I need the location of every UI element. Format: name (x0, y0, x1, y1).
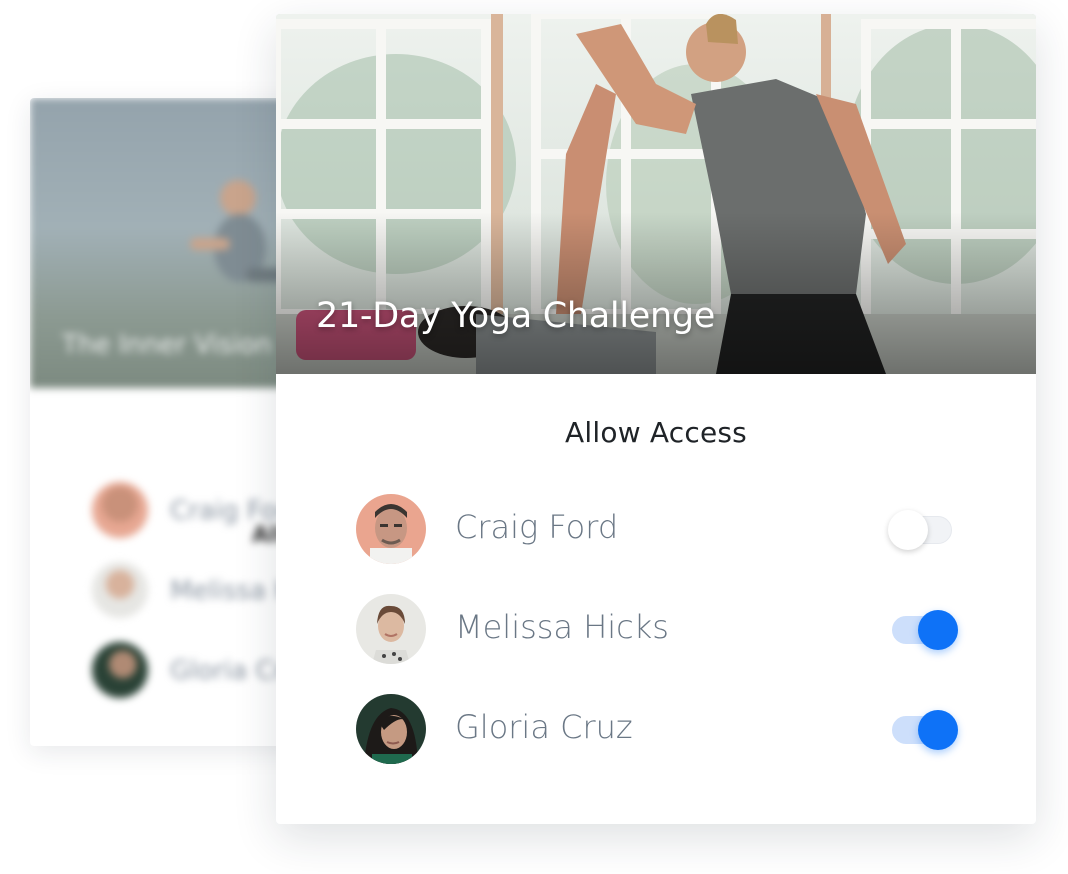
background-card-title: The Inner Vision (62, 330, 272, 360)
user-name: Craig Ford (455, 508, 619, 546)
access-toggle[interactable] (888, 510, 956, 550)
user-row-gloria-cruz: Gloria Cruz (356, 694, 966, 766)
user-name: Melissa Hicks (455, 608, 669, 646)
course-title: 21-Day Yoga Challenge (316, 296, 716, 336)
user-name: Gloria Cruz (455, 708, 633, 746)
avatar (356, 694, 426, 764)
avatar (92, 562, 148, 618)
avatar (356, 594, 426, 664)
access-toggle[interactable] (888, 610, 958, 650)
toggle-knob (888, 510, 928, 550)
toggle-knob (918, 610, 958, 650)
user-row-craig-ford: Craig Ford (356, 494, 966, 566)
access-toggle[interactable] (888, 710, 958, 750)
course-access-card: 21-Day Yoga Challenge Allow Access Craig… (276, 14, 1036, 824)
allow-access-heading: Allow Access (565, 416, 747, 449)
avatar (92, 482, 148, 538)
user-row-melissa-hicks: Melissa Hicks (356, 594, 966, 666)
course-hero-image: 21-Day Yoga Challenge (276, 14, 1036, 374)
toggle-knob (918, 710, 958, 750)
avatar (356, 494, 426, 564)
avatar (92, 642, 148, 698)
